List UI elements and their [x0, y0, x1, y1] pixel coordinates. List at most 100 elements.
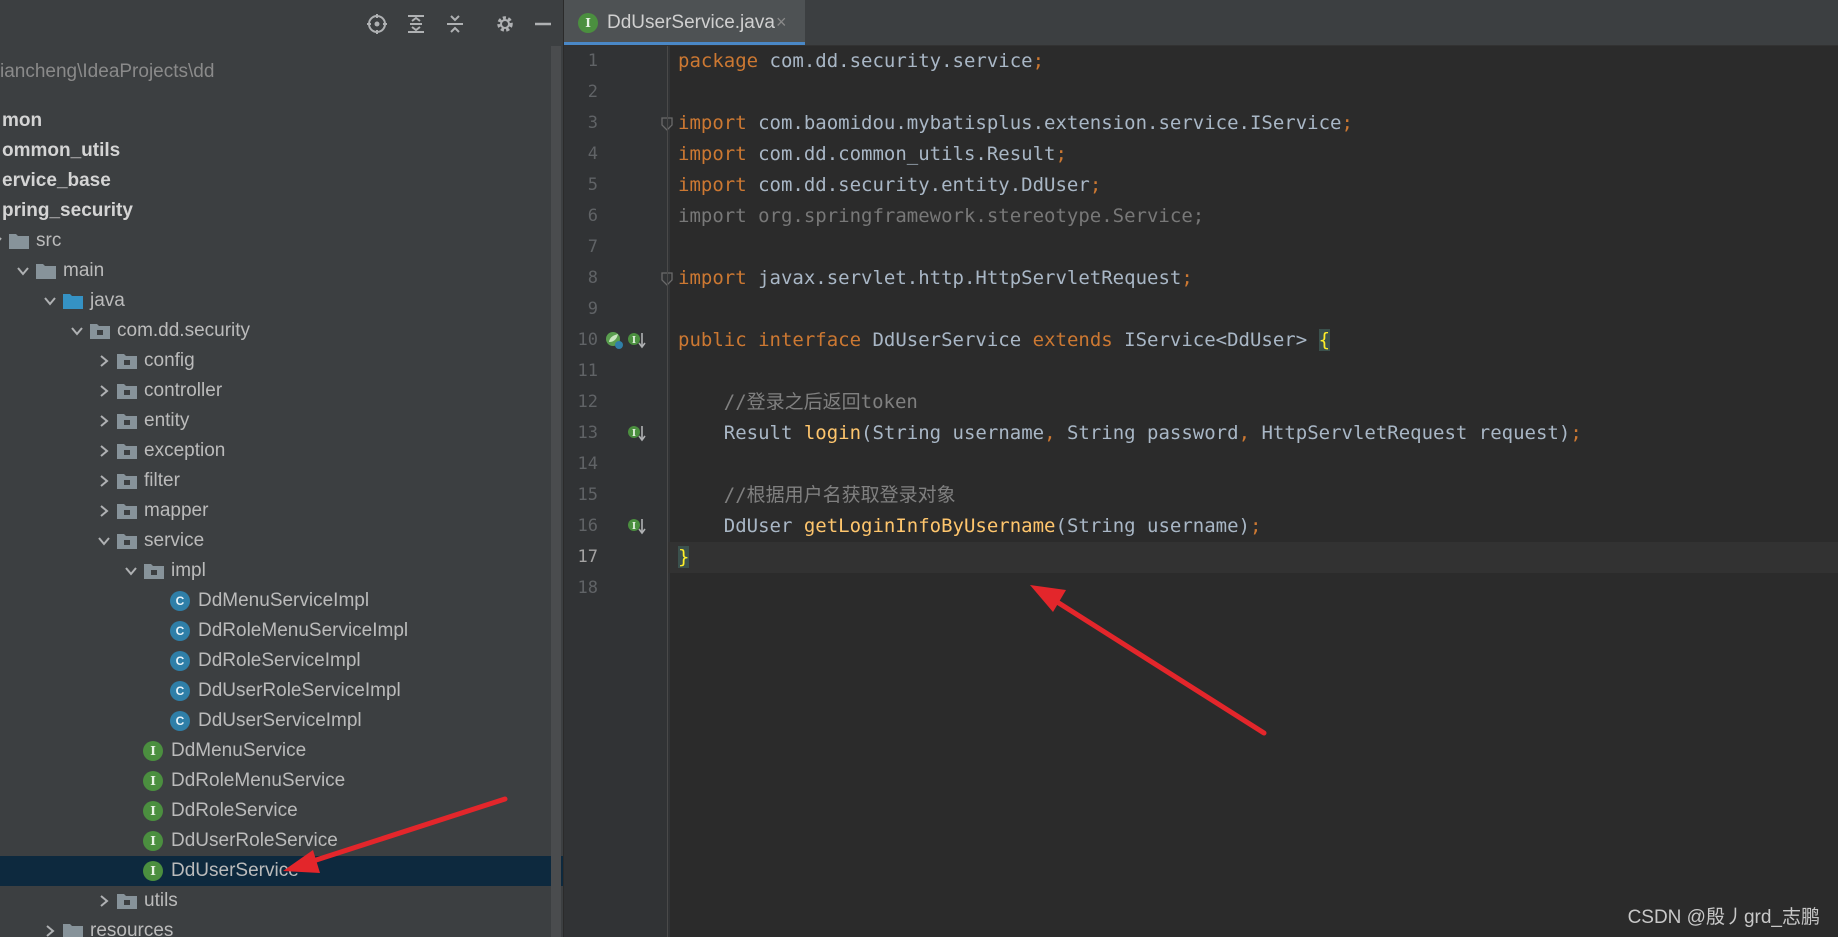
chevron-right-icon[interactable]: [42, 916, 58, 937]
tree-item[interactable]: I DdRoleService: [0, 796, 563, 826]
tree-item[interactable]: C DdMenuServiceImpl: [0, 586, 563, 616]
tab-ddusersevice-java[interactable]: I DdUserService.java ×: [564, 0, 805, 45]
chevron-down-icon[interactable]: [42, 286, 58, 316]
editor: I DdUserService.java × 1 2 3 4 5 6 7 8 9 10 11 12 13…: [564, 0, 1838, 937]
tree-item[interactable]: ervice_base: [0, 166, 563, 196]
code-line[interactable]: import com.dd.security.entity.DdUser;: [678, 170, 1101, 201]
tree-item[interactable]: I DdUserService: [0, 856, 563, 886]
tree-item[interactable]: config: [0, 346, 563, 376]
implemented-by-icon[interactable]: I: [626, 515, 648, 542]
tree-item[interactable]: mapper: [0, 496, 563, 526]
chevron-right-icon[interactable]: [96, 436, 112, 466]
line-number: 3: [587, 113, 598, 133]
tree-item[interactable]: java: [0, 286, 563, 316]
locate-icon[interactable]: [365, 12, 389, 36]
code-token: ,: [1044, 422, 1067, 444]
tree-item-label: service: [144, 530, 205, 551]
package-icon: [116, 351, 138, 371]
tree-item-label: mapper: [144, 500, 209, 521]
chevron-down-icon[interactable]: [0, 226, 4, 256]
tree-item[interactable]: service: [0, 526, 563, 556]
tree-item[interactable]: C DdUserServiceImpl: [0, 706, 563, 736]
code-token: getLoginInfoByUsername: [803, 515, 1056, 537]
line-number: 4: [587, 144, 598, 164]
code-line[interactable]: //根据用户名获取登录对象: [678, 480, 956, 511]
tree-item[interactable]: ommon_utils: [0, 136, 563, 166]
interface-icon: I: [143, 831, 163, 851]
line-number: 10: [577, 330, 598, 350]
tab-label: DdUserService.java: [607, 12, 775, 33]
tree-item-label: utils: [144, 890, 178, 911]
code-line[interactable]: import com.baomidou.mybatisplus.extensio…: [678, 108, 1353, 139]
tree-item[interactable]: I DdUserRoleService: [0, 826, 563, 856]
chevron-right-icon[interactable]: [96, 376, 112, 406]
tree-item[interactable]: com.dd.security: [0, 316, 563, 346]
code-token: String password: [1066, 422, 1239, 444]
svg-text:I: I: [632, 429, 636, 439]
package-icon: [116, 411, 138, 431]
chevron-down-icon[interactable]: [96, 526, 112, 556]
package-icon: [116, 531, 138, 551]
gutter-divider: [667, 46, 668, 937]
close-icon[interactable]: ×: [776, 0, 787, 45]
chevron-right-icon[interactable]: [96, 346, 112, 376]
tree-item[interactable]: src: [0, 226, 563, 256]
interface-icon: I: [143, 741, 163, 761]
code-line[interactable]: import org.springframework.stereotype.Se…: [678, 201, 1204, 232]
implemented-by-icon[interactable]: I: [626, 422, 648, 449]
code-line[interactable]: DdUser getLoginInfoByUsername(String use…: [678, 511, 1262, 542]
chevron-down-icon[interactable]: [15, 256, 31, 286]
expand-all-icon[interactable]: [404, 12, 428, 36]
project-scrollbar[interactable]: [551, 46, 561, 937]
spring-bean-icon[interactable]: [604, 330, 624, 355]
tree-item[interactable]: C DdRoleServiceImpl: [0, 646, 563, 676]
tree-item[interactable]: resources: [0, 916, 563, 937]
chevron-right-icon[interactable]: [96, 496, 112, 526]
chevron-right-icon[interactable]: [96, 406, 112, 436]
tree-item[interactable]: C DdUserRoleServiceImpl: [0, 676, 563, 706]
watermark: CSDN @殷丿grd_志鹏: [1627, 907, 1820, 928]
tree-item[interactable]: I DdRoleMenuService: [0, 766, 563, 796]
tree-item[interactable]: entity: [0, 406, 563, 436]
code-line[interactable]: import com.dd.common_utils.Result;: [678, 139, 1067, 170]
tree-item[interactable]: mon: [0, 106, 563, 136]
code-line[interactable]: public interface DdUserService extends I…: [678, 325, 1331, 356]
code-token: DdUserService: [872, 329, 1033, 351]
tree-item[interactable]: utils: [0, 886, 563, 916]
tree-item[interactable]: filter: [0, 466, 563, 496]
class-icon: C: [170, 681, 190, 701]
code-line[interactable]: Result login(String username, String pas…: [678, 418, 1582, 449]
chevron-right-icon[interactable]: [96, 466, 112, 496]
tree-item-label: DdUserRoleService: [171, 830, 338, 851]
code-token: ;: [1181, 267, 1193, 289]
tree-item[interactable]: impl: [0, 556, 563, 586]
source-folder-icon: [62, 291, 84, 311]
collapse-all-icon[interactable]: [443, 12, 467, 36]
tree-item-label: ommon_utils: [2, 140, 121, 161]
code-token: {: [1318, 329, 1331, 351]
code-line[interactable]: import javax.servlet.http.HttpServletReq…: [678, 263, 1193, 294]
code-line[interactable]: package com.dd.security.service;: [678, 46, 1044, 77]
chevron-right-icon[interactable]: [96, 886, 112, 916]
tree-item[interactable]: main: [0, 256, 563, 286]
tree-item-label: DdUserService: [171, 860, 299, 881]
code-line[interactable]: }: [678, 542, 690, 573]
code-line[interactable]: //登录之后返回token: [678, 387, 918, 418]
implemented-by-icon[interactable]: I: [626, 329, 648, 356]
line-number: 13: [577, 423, 598, 443]
tree-item[interactable]: pring_security: [0, 196, 563, 226]
gear-icon[interactable]: [493, 12, 517, 36]
hide-icon[interactable]: [531, 12, 555, 36]
tree-item[interactable]: controller: [0, 376, 563, 406]
tree-item-label: src: [36, 230, 62, 251]
gutter[interactable]: 1 2 3 4 5 6 7 8 9 10 11 12 13 14 15 16 17 18 I I I: [564, 46, 673, 937]
tree-item-label: exception: [144, 440, 226, 461]
tree-item-label: DdRoleService: [171, 800, 298, 821]
code-token: import: [678, 143, 759, 165]
chevron-down-icon[interactable]: [69, 316, 85, 346]
tree-item[interactable]: C DdRoleMenuServiceImpl: [0, 616, 563, 646]
chevron-down-icon[interactable]: [123, 556, 139, 586]
tree-item[interactable]: I DdMenuService: [0, 736, 563, 766]
tree-item[interactable]: exception: [0, 436, 563, 466]
class-icon: C: [170, 711, 190, 731]
